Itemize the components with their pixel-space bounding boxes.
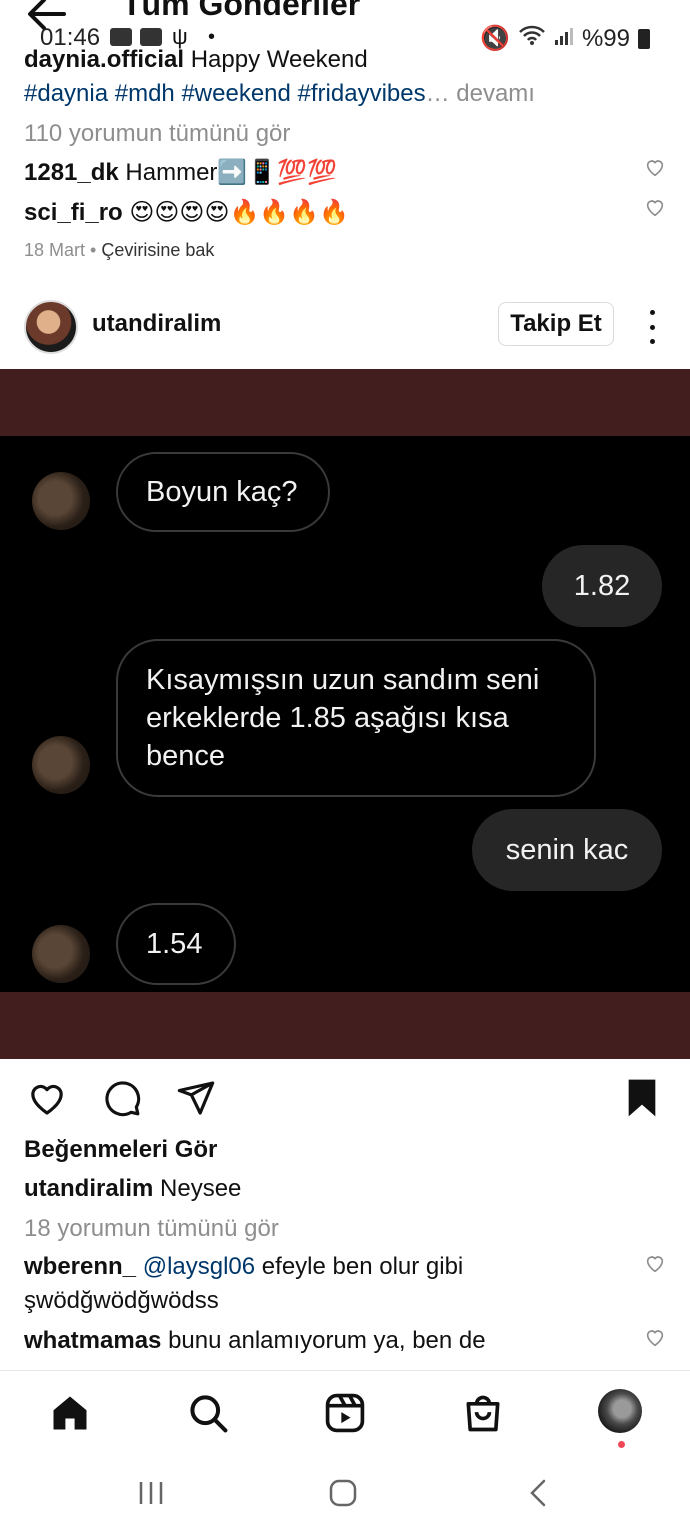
- prev-caption-text: Happy Weekend: [190, 46, 368, 73]
- share-send-icon[interactable]: [176, 1078, 216, 1118]
- prev-caption-user[interactable]: daynia.official: [24, 46, 184, 73]
- comment-heart-icon[interactable]: [644, 1326, 666, 1348]
- battery-icon: [638, 28, 650, 49]
- system-nav-bar: [0, 1454, 690, 1533]
- comment-heart-icon[interactable]: [644, 156, 666, 178]
- chat-screenshot: Boyun kaç? 1.82 Kısaymışsın uzun sandım …: [0, 436, 690, 992]
- notification-icon: [110, 28, 132, 46]
- page-title: Tüm Gönderiler: [122, 0, 361, 22]
- signal-icon: [554, 25, 574, 53]
- follow-button[interactable]: Takip Et: [498, 302, 614, 346]
- message-incoming: 1.54: [116, 903, 236, 985]
- notification-dot: [618, 1441, 625, 1448]
- more-options-icon[interactable]: [640, 310, 664, 344]
- comment-user[interactable]: sci_fi_ro: [24, 199, 123, 226]
- message-incoming: Boyun kaç?: [116, 452, 330, 532]
- chat-avatar: [32, 472, 90, 530]
- translate-link[interactable]: Çevirisine bak: [101, 240, 214, 260]
- comment-user[interactable]: whatmamas: [24, 1327, 161, 1354]
- status-icons: 🔇 %99: [480, 24, 650, 53]
- view-comments-link[interactable]: 110 yorumun tümünü gör: [24, 120, 290, 148]
- wifi-icon: [518, 24, 546, 53]
- recent-apps-icon[interactable]: [136, 1478, 166, 1513]
- back-button-icon[interactable]: [524, 1478, 554, 1513]
- battery-level: %99: [581, 24, 630, 52]
- like-heart-icon[interactable]: [26, 1078, 66, 1118]
- comment-icon[interactable]: [102, 1078, 142, 1118]
- comment-user[interactable]: wberenn_: [24, 1253, 136, 1280]
- comment-row: sci_fi_ro 😍😍😍😍🔥🔥🔥🔥: [24, 198, 349, 227]
- prev-caption: daynia.official Happy Weekend: [24, 46, 368, 74]
- search-icon[interactable]: [186, 1391, 230, 1435]
- chat-avatar: [32, 925, 90, 983]
- caption-user[interactable]: utandiralim: [24, 1175, 153, 1202]
- caption-text: Neysee: [160, 1175, 242, 1202]
- notification-icon: [140, 28, 162, 46]
- hashtag-list[interactable]: #daynia #mdh #weekend #fridayvibes: [24, 80, 426, 107]
- view-comments-link[interactable]: 18 yorumun tümünü gör: [24, 1215, 279, 1243]
- comment-row: whatmamas bunu anlamıyorum ya, ben de: [24, 1327, 486, 1355]
- home-icon[interactable]: [48, 1391, 92, 1435]
- more-link[interactable]: … devamı: [426, 80, 535, 107]
- meta-separator: •: [90, 240, 97, 260]
- prev-hashtags: #daynia #mdh #weekend #fridayvibes… deva…: [24, 80, 535, 108]
- comment-text: 😍😍😍😍🔥🔥🔥🔥: [129, 199, 349, 226]
- post-date: 18 Mart: [24, 240, 86, 260]
- avatar[interactable]: [24, 300, 78, 354]
- home-button-icon[interactable]: [328, 1478, 358, 1513]
- message-incoming: Kısaymışsın uzun sandım seni erkeklerde …: [116, 639, 596, 797]
- likes-link[interactable]: Beğenmeleri Gör: [24, 1136, 217, 1164]
- comment-heart-icon[interactable]: [644, 196, 666, 218]
- comment-text-continued: şwödğwödğwödss: [24, 1287, 219, 1314]
- message-outgoing: senin kac: [472, 809, 662, 891]
- comment-text: Hammer➡️📱💯💯: [125, 159, 337, 186]
- comment-text: bunu anlamıyorum ya, ben de: [168, 1327, 486, 1354]
- profile-avatar-icon[interactable]: [598, 1389, 642, 1433]
- message-outgoing: 1.82: [542, 545, 662, 627]
- reels-icon[interactable]: [323, 1391, 367, 1435]
- comment-row: 1281_dk Hammer➡️📱💯💯: [24, 158, 337, 187]
- bookmark-icon[interactable]: [624, 1078, 664, 1118]
- shop-icon[interactable]: [461, 1391, 505, 1435]
- comment-mention[interactable]: @laysgl06: [143, 1253, 255, 1280]
- mute-icon: 🔇: [480, 25, 510, 52]
- comment-text: efeyle ben olur gibi: [261, 1253, 464, 1280]
- comment-heart-icon[interactable]: [644, 1252, 666, 1274]
- post-caption: utandiralim Neysee: [24, 1175, 241, 1203]
- comment-row: wberenn_ @laysgl06 efeyle ben olur gibi: [24, 1253, 463, 1281]
- post-meta: 18 Mart • Çevirisine bak: [24, 240, 214, 261]
- post-username[interactable]: utandiralim: [92, 310, 221, 338]
- bottom-nav: [0, 1370, 690, 1455]
- comment-user[interactable]: 1281_dk: [24, 159, 119, 186]
- chat-avatar: [32, 736, 90, 794]
